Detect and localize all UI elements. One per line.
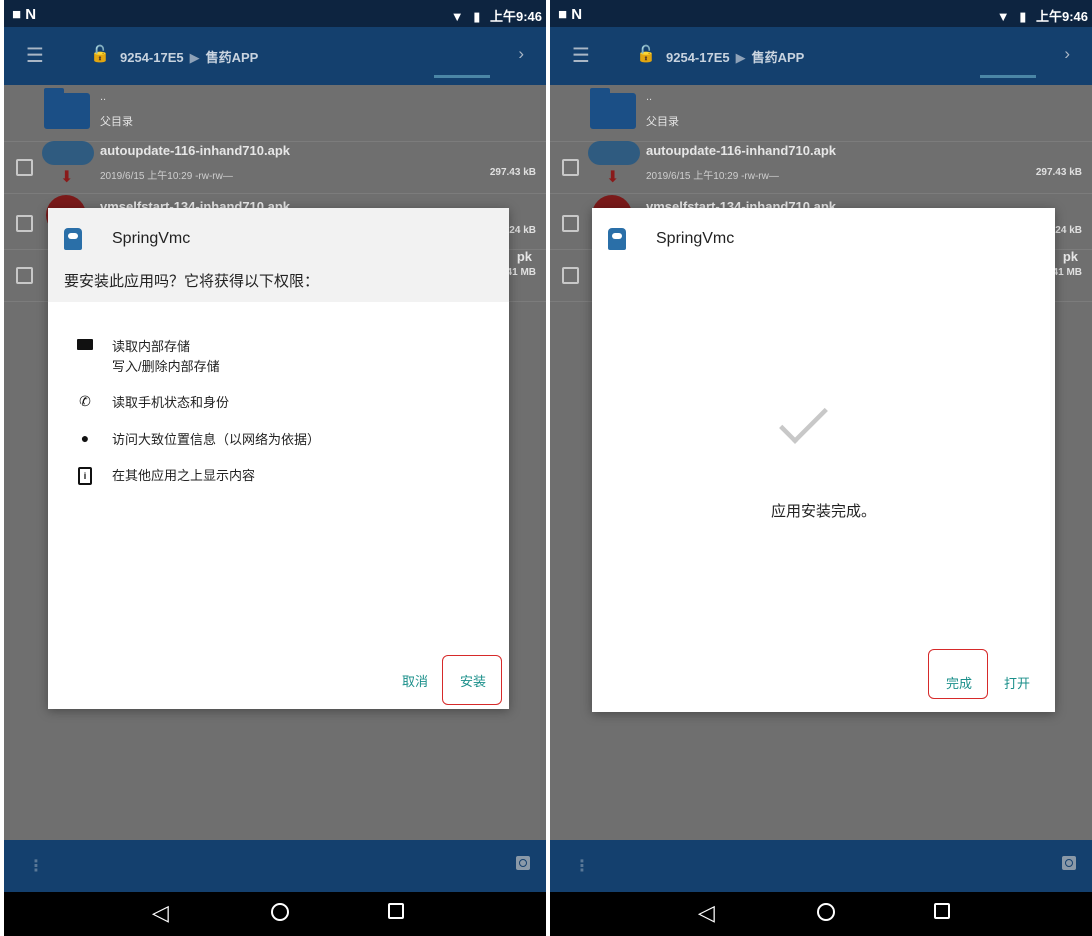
scroll-indicator [980,75,1036,78]
recent-apps-icon[interactable] [934,903,950,919]
breadcrumb-folder[interactable]: 售药APP [206,50,259,65]
breadcrumb: 9254-17E5 ▶ 售药APP [666,47,804,66]
file-size: 41 MB [506,267,536,278]
permission-subtitle: 写入/删除内部存储 [112,359,220,374]
parent-label: 父目录 [646,116,679,128]
app-bar: ☰ 🔓 9254-17E5 ▶ 售药APP › [4,27,546,85]
navigation-bar: ◁ [550,892,1092,936]
app-bar: ☰ 🔓 9254-17E5 ▶ 售药APP › [550,27,1092,85]
status-bar: ■ N ▼ ▮ 上午9:46 [550,0,1092,27]
cancel-button[interactable]: 取消 [402,671,428,690]
wifi-icon: ▼ [450,9,464,24]
phone-screen-install: ■ N ▼ ▮ 上午9:46 ☰ 🔓 9254-17E5 ▶ 售药APP › .. … [4,0,546,936]
clock: 上午9:46 [489,9,542,24]
battery-icon: ▮ [473,9,481,24]
file-size: 297.43 kB [1035,167,1082,178]
permission-title: 读取手机状态和身份 [112,395,230,410]
cloud-icon [42,141,94,165]
status-icons: ■ N [12,6,37,23]
menu-icon[interactable]: ☰ [572,43,590,68]
recent-apps-icon[interactable] [388,903,404,919]
file-size: 297.43 kB [489,167,536,178]
done-button[interactable]: 完成 [946,673,972,692]
dialog-header: SpringVmc 要安装此应用吗？它将获得以下权限： [48,208,509,302]
breadcrumb-device[interactable]: 9254-17E5 [666,50,730,65]
file-size: 41 MB [1052,267,1082,278]
download-arrow-icon: ⬇ [606,169,620,186]
file-checkbox[interactable] [562,215,579,232]
permission-title: 在其他应用之上显示内容 [112,468,256,483]
bottom-toolbar: ⋮ [4,840,546,892]
breadcrumb-separator: ▶ [735,50,746,65]
permission-title: 读取内部存储 [112,339,191,354]
home-icon[interactable] [271,903,289,921]
folder-icon [76,337,94,353]
folder-icon [44,88,90,129]
info-icon: i [76,466,94,485]
app-name: SpringVmc [656,230,735,247]
overflow-menu-icon[interactable]: ⋮ [574,856,590,876]
app-icon [608,228,626,250]
phone-screen-complete: ■ N ▼ ▮ 上午9:46 ☰ 🔓 9254-17E5 ▶ 售药APP › .. … [550,0,1092,936]
breadcrumb: 9254-17E5 ▶ 售药APP [120,47,258,66]
search-icon[interactable] [1062,856,1076,870]
file-row[interactable]: ⬇ autoupdate-116-inhand710.apk 2019/6/15… [4,137,546,194]
permission-title: 访问大致位置信息（以网络为依据） [112,432,321,447]
wifi-icon: ▼ [996,9,1010,24]
file-name: autoupdate-116-inhand710.apk [100,143,290,158]
install-button[interactable]: 安装 [460,671,486,690]
back-icon[interactable]: ◁ [698,900,715,926]
navigation-bar: ◁ [4,892,546,936]
cloud-icon [588,141,640,165]
parent-directory-row[interactable]: .. 父目录 [550,85,1092,142]
file-name-fragment: pk [516,249,532,264]
home-icon[interactable] [817,903,835,921]
overflow-menu-icon[interactable]: ⋮ [28,856,44,876]
search-icon[interactable] [516,856,530,870]
file-checkbox[interactable] [16,267,33,284]
file-meta: 2019/6/15 上午10:29 -rw-rw— [646,171,779,182]
checkmark-icon [779,395,828,444]
bottom-toolbar: ⋮ [550,840,1092,892]
install-complete-message: 应用安装完成。 [770,503,876,520]
phone-icon: ✆ [79,393,91,409]
scroll-indicator [434,75,490,78]
folder-icon [590,88,636,129]
lock-icon: 🔓 [636,46,656,63]
file-checkbox[interactable] [562,159,579,176]
download-arrow-icon: ⬇ [60,169,74,186]
file-name: autoupdate-116-inhand710.apk [646,143,836,158]
file-size: .24 kB [1052,225,1082,236]
file-size: .24 kB [506,225,536,236]
breadcrumb-device[interactable]: 9254-17E5 [120,50,184,65]
clock: 上午9:46 [1035,9,1088,24]
install-prompt: 要安装此应用吗？它将获得以下权限： [64,273,320,290]
status-bar: ■ N ▼ ▮ 上午9:46 [4,0,546,27]
file-name-fragment: pk [1062,249,1078,264]
parent-label: 父目录 [100,116,133,128]
breadcrumb-folder[interactable]: 售药APP [752,50,805,65]
back-icon[interactable]: ◁ [152,900,169,926]
parent-dots: .. [100,91,107,103]
location-icon: ● [80,430,90,446]
app-name: SpringVmc [112,230,191,247]
install-dialog: SpringVmc 要安装此应用吗？它将获得以下权限： 读取内部存储 写入/删除… [48,208,509,709]
battery-icon: ▮ [1019,9,1027,24]
file-checkbox[interactable] [562,267,579,284]
parent-dots: .. [646,91,653,103]
breadcrumb-separator: ▶ [189,50,200,65]
forward-icon[interactable]: › [1064,44,1070,64]
file-row[interactable]: ⬇ autoupdate-116-inhand710.apk 2019/6/15… [550,137,1092,194]
menu-icon[interactable]: ☰ [26,43,44,68]
file-checkbox[interactable] [16,159,33,176]
file-checkbox[interactable] [16,215,33,232]
parent-directory-row[interactable]: .. 父目录 [4,85,546,142]
open-button[interactable]: 打开 [1004,673,1030,692]
forward-icon[interactable]: › [518,44,524,64]
lock-icon: 🔓 [90,46,110,63]
install-complete-dialog: SpringVmc 应用安装完成。 完成 打开 [592,208,1055,712]
file-meta: 2019/6/15 上午10:29 -rw-rw— [100,171,233,182]
app-icon [64,228,82,250]
status-icons: ■ N [558,6,583,23]
